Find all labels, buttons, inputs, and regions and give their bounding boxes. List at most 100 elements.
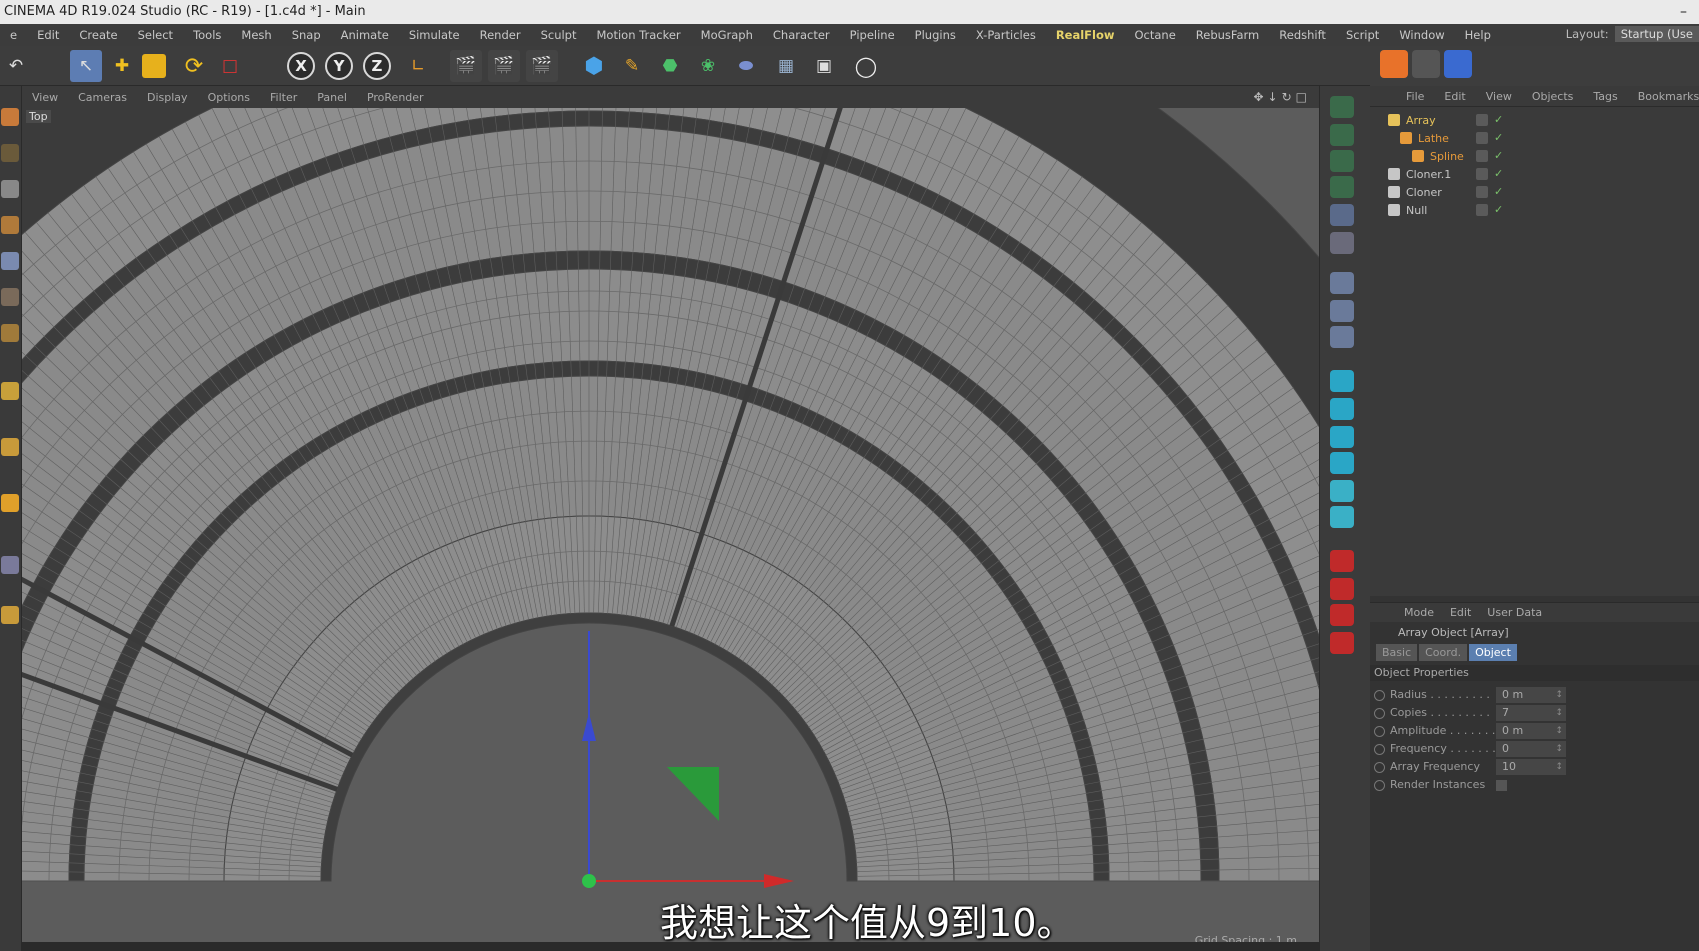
x-axis-lock-button[interactable]: X (287, 52, 315, 80)
menu-tools[interactable]: Tools (183, 28, 231, 42)
object-menu-file[interactable]: File (1396, 90, 1434, 103)
object-menu-edit[interactable]: Edit (1434, 90, 1475, 103)
points-mode-icon[interactable] (1, 252, 19, 270)
menu-mesh[interactable]: Mesh (231, 28, 281, 42)
planar-workplane-icon[interactable] (1, 606, 19, 624)
menu-character[interactable]: Character (763, 28, 840, 42)
snap-icon[interactable] (1, 494, 19, 512)
light-icon[interactable]: ◯ (850, 50, 882, 82)
visibility-icon[interactable] (1476, 150, 1488, 162)
enabled-check-icon[interactable]: ✓ (1494, 182, 1503, 201)
property-value-field[interactable]: 10 (1496, 759, 1566, 775)
lock-workplane-icon[interactable] (1, 556, 19, 574)
realflow-daemon-icon[interactable] (1330, 604, 1354, 626)
viewport-menu-view[interactable]: View (22, 91, 68, 104)
workplane-icon[interactable] (1, 216, 19, 234)
xp-generator-icon[interactable] (1330, 426, 1354, 448)
viewport-menu-display[interactable]: Display (137, 91, 198, 104)
realflow-scene-icon[interactable] (1330, 550, 1354, 572)
object-menu-view[interactable]: View (1476, 90, 1522, 103)
menu-x-particles[interactable]: X-Particles (966, 28, 1046, 42)
timeline-strip[interactable] (22, 942, 1319, 951)
recent-tools-icon[interactable]: □ (214, 50, 246, 82)
tab-object[interactable]: Object (1469, 644, 1517, 661)
enabled-check-icon[interactable]: ✓ (1494, 128, 1503, 147)
menu-octane[interactable]: Octane (1125, 28, 1186, 42)
viewport-menu-prorender[interactable]: ProRender (357, 91, 434, 104)
coordinate-system-icon[interactable]: ∟ (402, 50, 434, 82)
mograph-cloner-icon[interactable] (1330, 96, 1354, 118)
mograph-text-icon[interactable] (1330, 176, 1354, 198)
xp-question-icon[interactable] (1330, 506, 1354, 528)
render-view-icon[interactable]: 🎬 (450, 50, 482, 82)
effector-plain-icon[interactable] (1330, 272, 1354, 294)
edit-render-settings-icon[interactable]: 🎬 (526, 50, 558, 82)
deformer-icon[interactable]: ⬬ (730, 50, 762, 82)
cube-icon[interactable]: ⬢ (578, 50, 610, 82)
subdivision-icon[interactable]: ⬣ (654, 50, 686, 82)
menu-simulate[interactable]: Simulate (399, 28, 470, 42)
object-menu-tags[interactable]: Tags (1583, 90, 1627, 103)
menu-mograph[interactable]: MoGraph (691, 28, 763, 42)
property-value-field[interactable]: 7 (1496, 705, 1566, 721)
menu-pipeline[interactable]: Pipeline (840, 28, 905, 42)
mograph-tracer-icon[interactable] (1330, 204, 1354, 226)
mograph-matrix-icon[interactable] (1330, 124, 1354, 146)
object-name[interactable]: Lathe (1418, 129, 1449, 148)
xp-modifier-icon[interactable] (1330, 452, 1354, 474)
polygons-mode-icon[interactable] (1, 324, 19, 342)
pen-icon[interactable]: ✎ (616, 50, 648, 82)
menu-select[interactable]: Select (128, 28, 183, 42)
object-name[interactable]: Cloner (1406, 183, 1442, 202)
attribute-menu-edit[interactable]: Edit (1442, 606, 1479, 619)
live-selection-icon[interactable]: ↖ (70, 50, 102, 82)
edges-mode-icon[interactable] (1, 288, 19, 306)
menu-edit[interactable]: Edit (27, 28, 69, 42)
animate-radio[interactable] (1374, 780, 1385, 791)
object-row-cloner-1[interactable]: Cloner.1 ✓ (1370, 165, 1699, 184)
enabled-check-icon[interactable]: ✓ (1494, 110, 1503, 129)
object-name[interactable]: Cloner.1 (1406, 165, 1451, 184)
menu-script[interactable]: Script (1336, 28, 1389, 42)
animate-radio[interactable] (1374, 744, 1385, 755)
mograph-spline-effector-icon[interactable] (1330, 232, 1354, 254)
viewport-menu-cameras[interactable]: Cameras (68, 91, 137, 104)
animate-radio[interactable] (1374, 708, 1385, 719)
animate-radio[interactable] (1374, 690, 1385, 701)
layout-selector[interactable]: Layout: Startup (Use (1566, 26, 1699, 42)
menu-rebusfarm[interactable]: RebusFarm (1186, 28, 1269, 42)
y-axis-lock-button[interactable]: Y (325, 52, 353, 80)
psr-icon[interactable] (1412, 50, 1440, 78)
menu-snap[interactable]: Snap (282, 28, 331, 42)
realflow-mesh-icon[interactable] (1330, 632, 1354, 654)
property-value-field[interactable]: 0 (1496, 741, 1566, 757)
move-icon[interactable]: ✚ (106, 50, 138, 82)
object-row-cloner[interactable]: Cloner ✓ (1370, 183, 1699, 202)
floor-icon[interactable]: ▦ (770, 50, 802, 82)
layout-value[interactable]: Startup (Use (1614, 26, 1699, 42)
enabled-check-icon[interactable]: ✓ (1494, 146, 1503, 165)
property-value-field[interactable]: 0 m (1496, 687, 1566, 703)
attribute-menu-user-data[interactable]: User Data (1479, 606, 1550, 619)
model-mode-icon[interactable] (1, 144, 19, 162)
animate-radio[interactable] (1374, 762, 1385, 773)
object-row-lathe[interactable]: Lathe ✓ (1370, 129, 1699, 148)
menu-window[interactable]: Window (1389, 28, 1454, 42)
s-logo-icon[interactable] (1380, 50, 1408, 78)
plugin-icon[interactable] (1444, 50, 1472, 78)
effector-random-icon[interactable] (1330, 300, 1354, 322)
rotate-icon[interactable]: ⟳ (178, 50, 210, 82)
effector-shader-icon[interactable] (1330, 326, 1354, 348)
camera-icon[interactable]: ▣ (808, 50, 840, 82)
object-name[interactable]: Null (1406, 201, 1427, 220)
viewport-canvas[interactable] (22, 86, 1319, 951)
visibility-icon[interactable] (1476, 168, 1488, 180)
menu-motion-tracker[interactable]: Motion Tracker (587, 28, 691, 42)
menu-redshift[interactable]: Redshift (1269, 28, 1336, 42)
menu-help[interactable]: Help (1455, 28, 1501, 42)
xp-emitter-icon[interactable] (1330, 370, 1354, 392)
cloner-icon[interactable]: ❀ (692, 50, 724, 82)
undo-icon[interactable]: ↶ (0, 50, 32, 82)
object-row-spline[interactable]: Spline ✓ (1370, 147, 1699, 166)
xp-system-icon[interactable] (1330, 398, 1354, 420)
